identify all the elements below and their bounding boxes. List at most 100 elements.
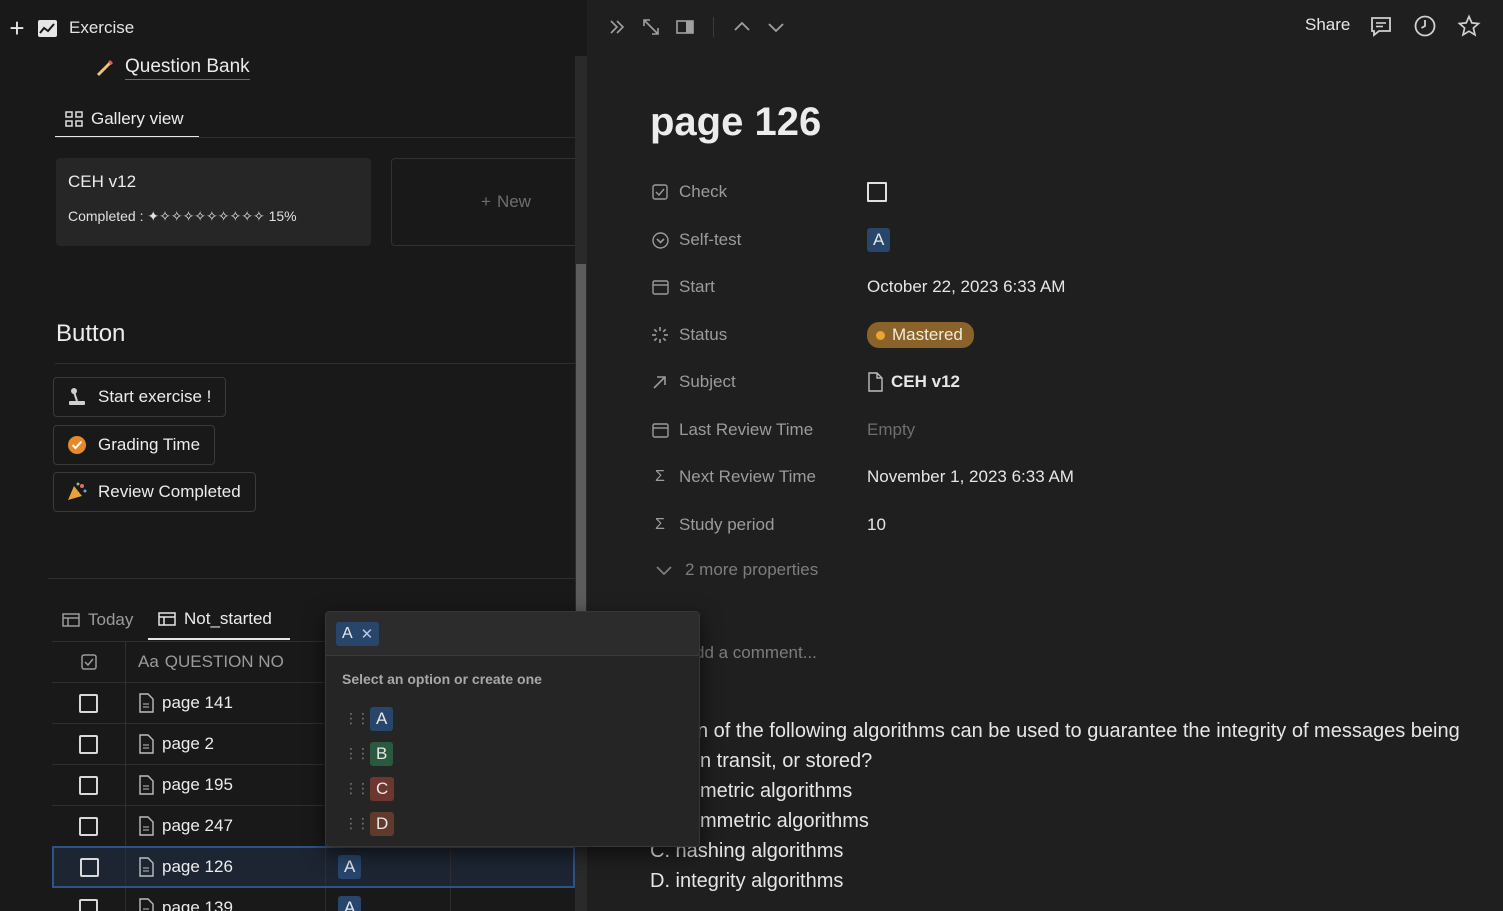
property-check: Check [650,177,1450,207]
check-checkbox[interactable] [867,182,887,202]
property-label[interactable]: Start [650,277,867,297]
tab-not-started[interactable]: Not_started [148,600,290,640]
row-title[interactable]: page 126 [162,857,233,877]
sigma-icon: Σ [655,516,665,533]
drag-handle-icon[interactable]: ⋮⋮ [344,815,370,832]
row-checkbox[interactable] [79,734,98,754]
clock-icon[interactable] [1413,14,1437,38]
row-checkbox[interactable] [79,693,98,713]
table-row[interactable]: page 139 A [52,888,575,911]
chevron-down-icon [655,561,673,579]
row-title[interactable]: page 247 [162,816,233,836]
body-line: mmetric algorithms [700,810,869,832]
new-card-label: New [496,192,531,211]
selected-tag[interactable]: A ✕ [336,621,380,646]
option-item[interactable]: ⋮⋮ B [326,736,699,771]
property-value[interactable]: October 22, 2023 6:33 AM [867,277,1065,297]
button-section-heading: Button [56,320,126,347]
property-label[interactable]: Self-test [650,230,867,250]
property-label[interactable]: Σ Next Review Time [650,467,867,487]
row-title[interactable]: page 139 [162,898,233,911]
tag-D: D [370,811,395,836]
checkmark-circle-icon [66,434,88,456]
property-label[interactable]: Subject [650,372,867,392]
tab-label: Gallery view [91,109,184,128]
property-label[interactable]: Σ Study period [650,515,867,535]
row-title[interactable]: page 141 [162,693,233,713]
comment-icon[interactable] [1369,14,1393,38]
calendar-icon [650,422,670,438]
grading-time-button[interactable]: Grading Time [53,425,216,465]
relation-link[interactable]: CEH v12 [891,372,960,392]
property-next-review-time: Σ Next Review Time November 1, 2023 6:33 … [650,462,1450,492]
grid-icon [65,111,83,127]
status-label: Mastered [892,325,963,344]
property-value[interactable] [867,182,887,202]
page-title[interactable]: page 126 [650,100,821,145]
property-label[interactable]: Last Review Time [650,420,867,440]
new-card-button[interactable]: + New [391,158,587,246]
row-checkbox[interactable] [79,898,98,911]
chevron-down-icon[interactable] [766,17,786,37]
plus-icon: + [481,192,491,211]
table-icon [62,613,80,627]
label-text: Start [679,277,715,296]
side-peek-icon[interactable] [675,17,695,37]
property-study-period: Σ Study period 10 [650,510,1450,540]
table-row-selected[interactable]: page 126 A [52,846,575,888]
question-bank-link[interactable]: Question Bank [95,56,250,80]
property-value[interactable]: 10 [867,515,886,535]
close-peek-icon[interactable] [607,17,627,37]
property-value[interactable]: Mastered [867,322,974,348]
card-progress: Completed : ✦✧✧✧✧✧✧✧✧✧ 15% [68,208,297,224]
row-checkbox[interactable] [79,775,98,795]
gallery-card[interactable]: CEH v12 Completed : ✦✧✧✧✧✧✧✧✧✧ 15% [56,158,371,246]
workspace-title[interactable]: Exercise [69,18,134,38]
tag-label: A [342,624,353,642]
page-body[interactable]: n of the following algorithms can be use… [650,716,1480,896]
name-column-header[interactable]: Aa QUESTION NO [126,642,326,682]
status-icon [650,326,670,344]
property-label[interactable]: Status [650,325,867,345]
start-exercise-button[interactable]: Start exercise ! [53,377,227,417]
option-item[interactable]: ⋮⋮ A [326,701,699,736]
page-icon [138,816,154,836]
drag-handle-icon[interactable]: ⋮⋮ [344,745,370,762]
property-value[interactable]: November 1, 2023 6:33 AM [867,467,1074,487]
property-label[interactable]: Check [650,182,867,202]
tag-A: A [370,706,394,731]
self-test-cell[interactable]: A [326,888,451,911]
row-checkbox[interactable] [79,816,98,836]
expand-icon[interactable] [641,17,661,37]
peek-actions [1369,14,1481,38]
chevron-up-icon[interactable] [732,17,752,37]
close-icon[interactable]: ✕ [361,625,374,643]
more-properties-toggle[interactable]: 2 more properties [655,560,818,580]
share-button[interactable]: Share [1305,15,1350,35]
row-title[interactable]: page 2 [162,734,214,754]
pen-icon [95,58,115,78]
button-label: Start exercise ! [98,387,212,406]
select-search-input[interactable]: A ✕ [326,612,699,656]
page-icon [138,693,154,713]
property-value[interactable]: Empty [867,420,915,440]
review-completed-button[interactable]: Review Completed [53,472,256,512]
property-value[interactable]: A [867,228,891,252]
property-value[interactable]: CEH v12 [867,372,960,392]
scrollbar-thumb[interactable] [576,264,586,614]
option-item[interactable]: ⋮⋮ D [326,806,699,841]
row-title[interactable]: page 195 [162,775,233,795]
label-text: Next Review Time [679,467,816,486]
tab-today[interactable]: Today [62,600,133,640]
drag-handle-icon[interactable]: ⋮⋮ [344,780,370,797]
option-item[interactable]: ⋮⋮ C [326,771,699,806]
property-subject: Subject CEH v12 [650,367,1450,397]
drag-handle-icon[interactable]: ⋮⋮ [344,710,370,727]
star-icon[interactable] [1457,14,1481,38]
tag-B: B [370,741,394,766]
row-checkbox[interactable] [80,857,99,877]
self-test-cell[interactable]: A [326,848,451,886]
plus-icon[interactable]: + [8,15,26,41]
tab-gallery-view[interactable]: Gallery view [55,102,199,138]
comment-input[interactable]: dd a comment... [695,643,817,663]
